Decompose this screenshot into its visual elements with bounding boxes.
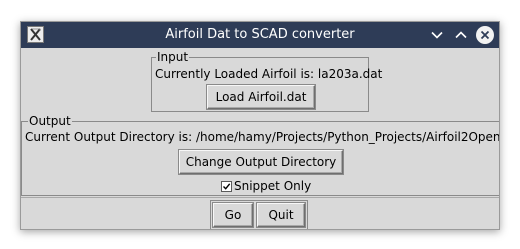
output-directory-label: Current Output Directory is: /home/hamy/… [25,130,500,144]
maximize-icon[interactable] [451,25,471,45]
output-frame: Output Current Output Directory is: /hom… [21,114,500,196]
snippet-only-label[interactable]: Snippet Only [234,179,311,193]
input-legend: Input [156,50,190,64]
app-window: Airfoil Dat to SCAD converter Input Curr… [20,21,500,230]
input-frame: Input Currently Loaded Airfoil is: la203… [151,50,382,112]
change-output-directory-button[interactable]: Change Output Directory [179,150,343,174]
go-button[interactable]: Go [213,203,253,227]
load-airfoil-button[interactable]: Load Airfoil.dat [207,85,315,109]
loaded-airfoil-label: Currently Loaded Airfoil is: la203a.dat [155,67,383,81]
output-legend: Output [28,114,72,128]
close-icon[interactable] [475,25,495,45]
title-bar[interactable]: Airfoil Dat to SCAD converter [21,22,499,48]
quit-button[interactable]: Quit [257,203,305,227]
minimize-icon[interactable] [427,25,447,45]
snippet-only-checkbox[interactable] [221,181,232,192]
action-button-group: Go Quit [210,200,308,229]
action-bar: Go Quit [21,197,499,229]
